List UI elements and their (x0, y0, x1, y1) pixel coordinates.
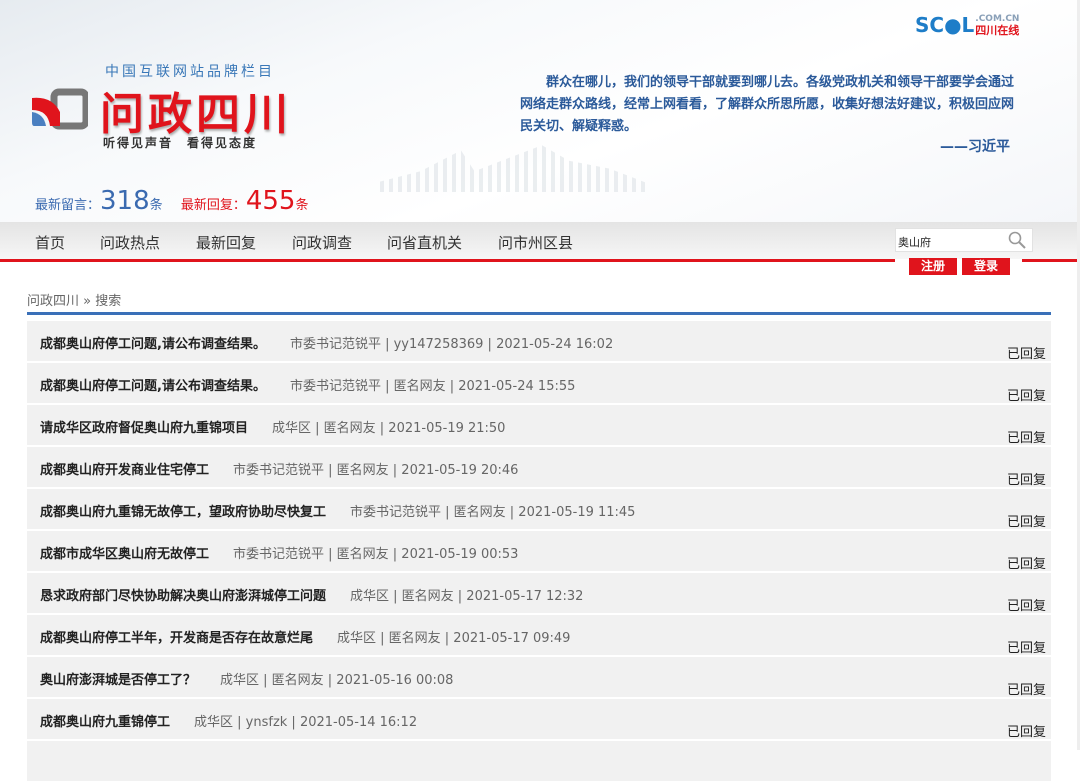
result-meta: 成华区 | 匿名网友 | 2021-05-17 09:49 (337, 631, 571, 646)
result-status: 已回复 (1006, 557, 1046, 572)
result-row[interactable]: 成都奥山府停工半年，开发商是否存在故意烂尾 成华区 | 匿名网友 | 2021-0… (27, 615, 1051, 657)
logo-title: 问政四川 (100, 89, 292, 140)
result-status: 已回复 (1006, 389, 1046, 404)
replies-label: 最新回复： (180, 198, 246, 213)
result-title[interactable]: 奥山府澎湃城是否停工了？ (40, 673, 196, 688)
nav-home[interactable]: 首页 (35, 232, 65, 253)
result-meta: 市委书记范锐平 | 匿名网友 | 2021-05-19 00:53 (233, 547, 519, 562)
result-row[interactable]: 成都市成华区奥山府无故停工 市委书记范锐平 | 匿名网友 | 2021-05-19… (27, 531, 1051, 573)
result-status: 已回复 (1006, 599, 1046, 614)
result-title[interactable]: 成都奥山府九重锦无故停工，望政府协助尽快复工 (40, 505, 326, 520)
partner-logo-sub: 四川在线 (975, 24, 1020, 37)
result-title[interactable]: 恳求政府部门尽快协助解决奥山府澎湃城停工问题 (40, 589, 326, 604)
search-icon[interactable] (1008, 231, 1026, 249)
register-button[interactable]: 注册 (909, 258, 957, 275)
results-list: 成都奥山府停工问题,请公布调查结果。 市委书记范锐平 | yy147258369 … (27, 321, 1051, 783)
result-row[interactable]: 请成华区政府督促奥山府九重锦项目 成华区 | 匿名网友 | 2021-05-19 … (27, 405, 1051, 447)
result-title[interactable]: 成都奥山府九重锦停工 (40, 715, 170, 730)
replies-unit: 条 (295, 198, 309, 213)
result-title[interactable]: 请成华区政府督促奥山府九重锦项目 (40, 421, 248, 436)
result-title[interactable]: 成都奥山府开发商业住宅停工 (40, 463, 209, 478)
result-meta: 成华区 | ynsfzk | 2021-05-14 16:12 (194, 715, 418, 730)
quote-text: 群众在哪儿，我们的领导干部就要到哪儿去。各级党政机关和领导干部要学会通过网络走群… (520, 75, 1015, 134)
stats: 最新留言：318条 最新回复：455条 (35, 186, 308, 216)
nav-hot[interactable]: 问政热点 (100, 232, 160, 253)
messages-label: 最新留言： (35, 198, 101, 213)
result-row[interactable]: 成都奥山府九重锦停工 成华区 | ynsfzk | 2021-05-14 16:1… (27, 699, 1051, 741)
partner-domain: .COM.CN (975, 14, 1020, 24)
result-status: 已回复 (1006, 347, 1046, 362)
result-meta: 市委书记范锐平 | 匿名网友 | 2021-05-24 15:55 (289, 379, 576, 394)
result-row[interactable]: 恳求政府部门尽快协助解决奥山府澎湃城停工问题 成华区 | 匿名网友 | 2021-… (27, 573, 1051, 615)
messages-count: 318 (100, 186, 150, 216)
result-status: 已回复 (1006, 431, 1046, 446)
result-meta: 成华区 | 匿名网友 | 2021-05-17 12:32 (350, 589, 584, 604)
result-title[interactable]: 成都奥山府停工半年，开发商是否存在故意烂尾 (40, 631, 313, 646)
replies-count: 455 (245, 186, 296, 216)
nav-latest-replies[interactable]: 最新回复 (196, 232, 256, 253)
result-row[interactable]: 成都奥山府九重锦无故停工，望政府协助尽快复工 市委书记范锐平 | 匿名网友 | 2… (27, 489, 1051, 531)
search-value: 奥山府 (898, 236, 931, 249)
content-divider (27, 312, 1051, 315)
result-row[interactable]: 奥山府澎湃城是否停工了？ 成华区 | 匿名网友 | 2021-05-16 00:0… (27, 657, 1051, 699)
result-title[interactable]: 成都奥山府停工问题,请公布调查结果。 (40, 337, 266, 352)
result-status: 已回复 (1006, 515, 1046, 530)
result-title[interactable]: 成都市成华区奥山府无故停工 (40, 547, 209, 562)
site-header: 中国互联网站品牌栏目 问政四川 听得见声音 看得见态度 SC●L .COM.CN… (0, 0, 1080, 222)
partner-logo-text: SC●L (915, 13, 975, 37)
nav-cities[interactable]: 问市州区县 (498, 232, 573, 253)
result-row[interactable]: 成都奥山府停工问题,请公布调查结果。 市委书记范锐平 | 匿名网友 | 2021-… (27, 363, 1051, 405)
result-status: 已回复 (1006, 683, 1046, 698)
result-status: 已回复 (1006, 641, 1046, 656)
result-meta: 市委书记范锐平 | 匿名网友 | 2021-05-19 11:45 (350, 505, 636, 520)
login-button[interactable]: 登录 (962, 258, 1010, 275)
quote-author: ——习近平 (940, 139, 1010, 155)
result-meta: 成华区 | 匿名网友 | 2021-05-19 21:50 (272, 421, 506, 436)
result-meta: 市委书记范锐平 | yy147258369 | 2021-05-24 16:02 (289, 337, 614, 352)
result-status: 已回复 (1006, 725, 1046, 740)
search-input[interactable]: 奥山府 (895, 228, 1033, 252)
city-skyline-image (380, 145, 650, 192)
result-meta: 成华区 | 匿名网友 | 2021-05-16 00:08 (220, 673, 454, 688)
result-row[interactable]: 成都奥山府开发商业住宅停工 市委书记范锐平 | 匿名网友 | 2021-05-19… (27, 447, 1051, 489)
nav-divider (0, 259, 895, 262)
slogan: 听得见声音 看得见态度 (103, 136, 258, 150)
result-row[interactable]: 成都奥山府停工问题,请公布调查结果。 市委书记范锐平 | yy147258369 … (27, 321, 1051, 363)
messages-unit: 条 (149, 198, 163, 213)
main-nav: 首页 问政热点 最新回复 问政调查 问省直机关 问市州区县 奥山府 (0, 222, 1080, 259)
nav-survey[interactable]: 问政调查 (292, 232, 352, 253)
partner-logo[interactable]: SC●L .COM.CN 四川在线 (915, 13, 1019, 37)
nav-divider-right (1022, 259, 1080, 262)
result-meta: 市委书记范锐平 | 匿名网友 | 2021-05-19 20:46 (233, 463, 519, 478)
logo-icon (32, 88, 88, 130)
nav-provincial[interactable]: 问省直机关 (387, 232, 462, 253)
result-status: 已回复 (1006, 473, 1046, 488)
breadcrumb: 问政四川 » 搜索 (27, 294, 122, 309)
result-row[interactable] (27, 741, 1051, 783)
result-title[interactable]: 成都奥山府停工问题,请公布调查结果。 (40, 379, 266, 394)
